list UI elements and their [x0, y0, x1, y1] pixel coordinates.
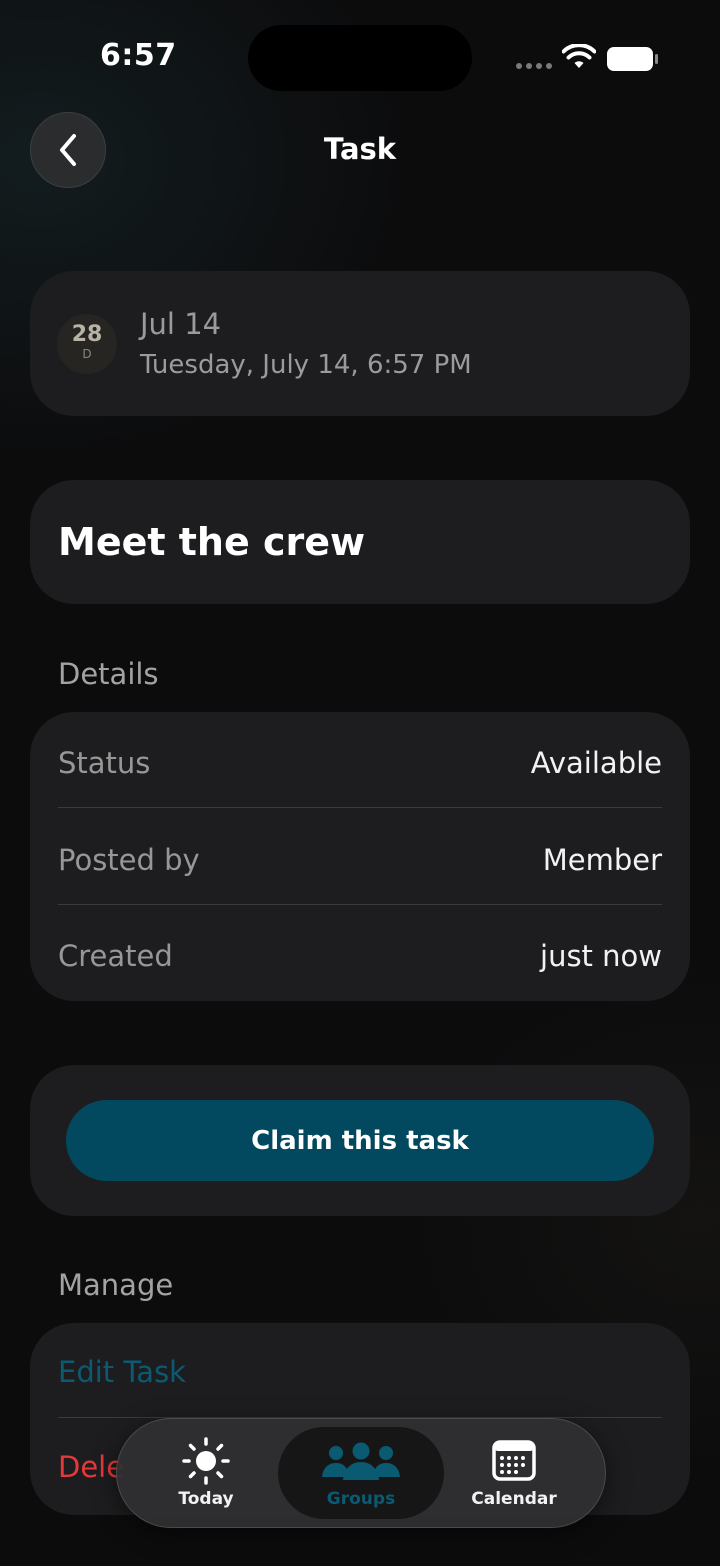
edit-task-button[interactable]: Edit Task [58, 1355, 186, 1389]
tab-groups[interactable]: Groups [278, 1427, 444, 1519]
manage-section-label: Manage [58, 1268, 174, 1302]
claim-task-button[interactable]: Claim this task [66, 1100, 654, 1181]
detail-row-status: Status Available [58, 714, 662, 810]
detail-label: Status [58, 746, 151, 780]
date-full: Tuesday, July 14, 6:57 PM [140, 350, 472, 380]
tab-today[interactable]: Today [131, 1427, 281, 1519]
detail-row-posted-by: Posted by Member [58, 811, 662, 907]
claim-card: Claim this task [30, 1065, 690, 1216]
date-card: 28 D Jul 14 Tuesday, July 14, 6:57 PM [30, 271, 690, 416]
tab-label: Calendar [471, 1489, 557, 1509]
task-title-card: Meet the crew [30, 480, 690, 604]
battery-icon [607, 47, 658, 71]
delete-task-button[interactable]: Dele [58, 1450, 124, 1484]
wifi-icon [562, 44, 596, 68]
cellular-signal-icon [516, 63, 552, 69]
detail-label: Posted by [58, 843, 200, 877]
task-detail-screen: 6:57 Task 28 D Jul 14 Tuesday, July 14, … [0, 0, 720, 1566]
dynamic-island [248, 25, 472, 91]
tab-label: Groups [326, 1489, 396, 1509]
tab-calendar[interactable]: Calendar [439, 1427, 589, 1519]
divider [58, 904, 662, 905]
date-short: Jul 14 [140, 307, 222, 341]
tab-label: Today [178, 1489, 234, 1509]
detail-row-created: Created just now [58, 907, 662, 1003]
task-title: Meet the crew [58, 520, 366, 564]
details-card: Status Available Posted by Member Create… [30, 712, 690, 1001]
detail-value: Member [542, 843, 662, 877]
groups-icon [322, 1442, 400, 1480]
detail-label: Created [58, 939, 173, 973]
tab-bar: Today Groups Calendar [116, 1418, 606, 1528]
calendar-icon [492, 1440, 536, 1481]
days-badge-number: 28 [71, 322, 103, 347]
detail-value: just now [540, 939, 662, 973]
status-time: 6:57 [100, 38, 177, 73]
days-badge: 28 D [57, 314, 117, 374]
sun-icon [182, 1437, 230, 1485]
details-section-label: Details [58, 657, 159, 691]
divider [58, 807, 662, 808]
detail-value: Available [530, 746, 662, 780]
page-title: Task [323, 132, 397, 166]
days-badge-unit: D [82, 347, 92, 361]
